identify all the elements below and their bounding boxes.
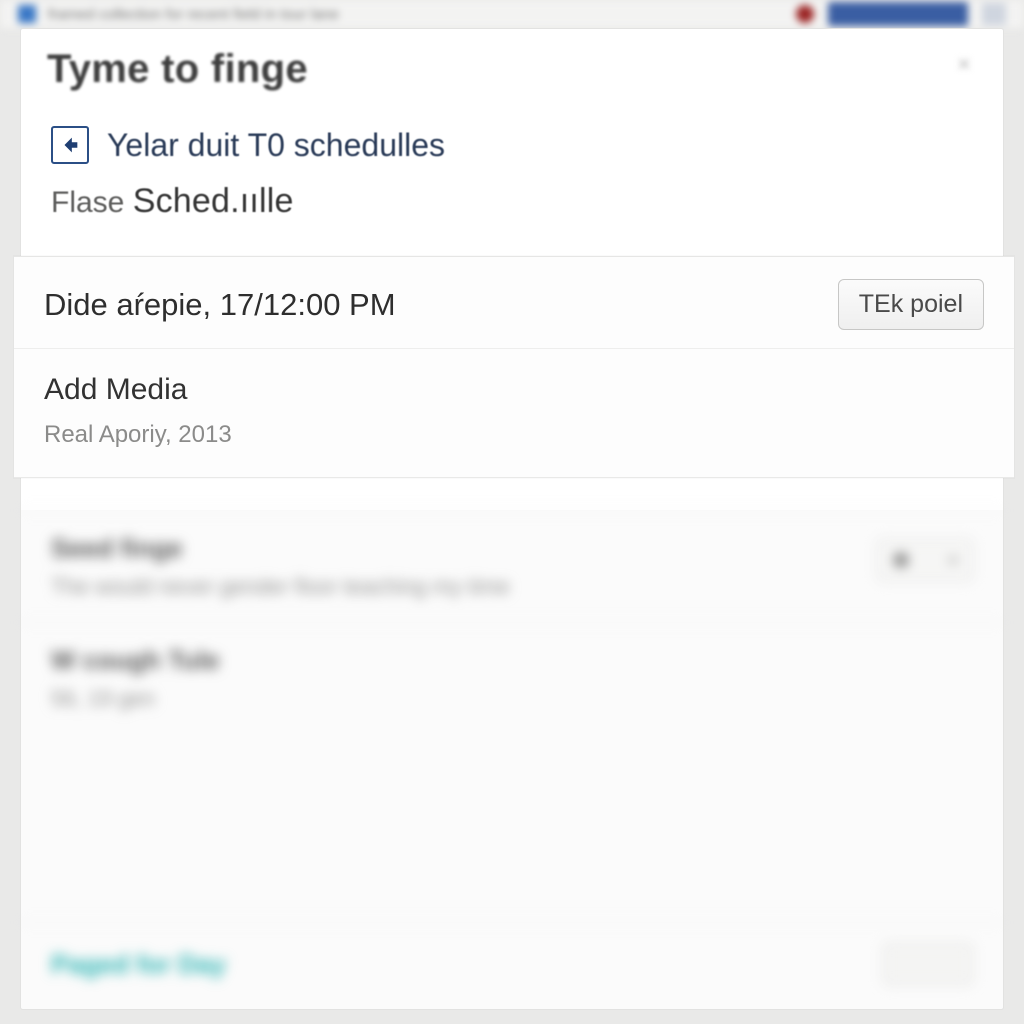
top-secondary-button[interactable] <box>982 3 1006 25</box>
footer-button[interactable] <box>883 943 973 985</box>
add-media-title[interactable]: Add Media <box>44 373 984 407</box>
top-primary-button[interactable] <box>828 2 968 26</box>
schedule-subtitle: Flase Sched.ıılle <box>51 182 977 221</box>
list-item-subtitle: The would never gender floor teaching my… <box>51 574 510 600</box>
close-icon[interactable]: × <box>951 51 977 77</box>
browser-top-strip: framed collection for recent field in to… <box>0 0 1024 28</box>
panel-header-row: Dide aŕepie, 17/12:00 PM TEk poiel <box>14 257 1014 349</box>
detail-panel: Dide aŕepie, 17/12:00 PM TEk poiel Add M… <box>14 256 1014 478</box>
panel-body: Add Media Real Aporiy, 2013 <box>14 349 1014 477</box>
panel-datetime: Dide aŕepie, 17/12:00 PM <box>44 287 396 323</box>
schedule-sub-prefix: Flase <box>51 186 133 219</box>
list-item-title: Seed finge <box>51 533 510 564</box>
schedule-sub-main: Sched.ıılle <box>133 182 294 220</box>
card-title: Tyme to finge <box>47 47 977 92</box>
schedule-link-row[interactable]: Yelar duit T0 schedulles <box>51 126 977 164</box>
list-item-subtitle: 56, 19 gen <box>51 686 220 712</box>
status-dot-icon <box>796 5 814 23</box>
tek-button[interactable]: TEk poiel <box>838 279 984 330</box>
list-item-dropdown[interactable] <box>877 539 973 581</box>
card-header: Tyme to finge × Yelar duit T0 schedulles… <box>21 29 1003 221</box>
footer-link[interactable]: Paged for Day <box>51 949 226 980</box>
arrow-left-icon <box>51 126 89 164</box>
tab-title: framed collection for recent field in to… <box>48 6 782 23</box>
add-media-subtitle: Real Aporiy, 2013 <box>44 421 984 449</box>
blurred-list: Seed finge The would never gender floor … <box>20 510 1004 1010</box>
favicon-square <box>18 5 36 23</box>
list-item[interactable]: Seed finge The would never gender floor … <box>21 510 1003 622</box>
schedule-link-text: Yelar duit T0 schedulles <box>107 127 445 164</box>
card-footer: Paged for Day <box>21 922 1003 1009</box>
list-item-title: W cough Tule <box>51 645 220 676</box>
list-item[interactable]: W cough Tule 56, 19 gen <box>21 622 1003 922</box>
